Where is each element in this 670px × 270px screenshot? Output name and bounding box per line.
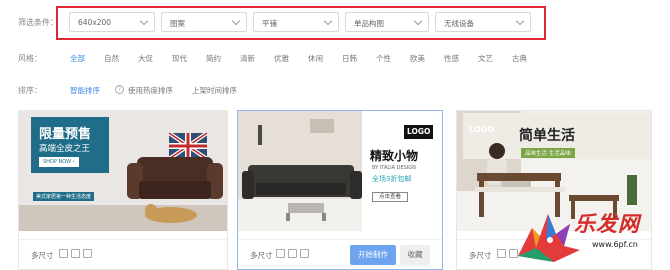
size-select[interactable]: 640x200 [69, 12, 155, 32]
banner-title: 简单生活 [519, 128, 575, 144]
device-select-value: 无线设备 [444, 19, 474, 28]
watermark-url: www.6pf.cn [592, 240, 638, 249]
style-item-classic[interactable]: 古典 [512, 53, 527, 64]
sort-newest[interactable]: 上架时间排序 [192, 85, 237, 96]
start-making-button[interactable]: 开始制作 [350, 245, 396, 265]
watermark-text: 乐发网 [574, 211, 640, 236]
style-item-simple[interactable]: 简约 [206, 53, 221, 64]
chevron-down-icon [413, 16, 423, 26]
sort-popularity[interactable]: 使用热度排序 [128, 85, 173, 96]
style-item-elegant[interactable]: 优雅 [274, 53, 289, 64]
style-item-sexy[interactable]: 性感 [444, 53, 459, 64]
pattern-select[interactable]: 图案 [161, 12, 247, 32]
sort-smart[interactable]: 智能排序 [70, 85, 100, 96]
chevron-down-icon [515, 16, 525, 26]
banner-logo: LOGO [469, 125, 494, 134]
shop-now-button: SHOP NOW › [39, 157, 79, 167]
style-label: 风格： [18, 54, 42, 63]
card-footer: 多尺寸 开始制作 收藏 [238, 239, 442, 269]
mobile-format-icon[interactable] [300, 249, 309, 258]
style-item-promo[interactable]: 大促 [138, 53, 153, 64]
multi-size-label: 多尺寸 [31, 251, 54, 260]
desktop-format-icon[interactable] [288, 249, 297, 258]
chevron-down-icon [323, 16, 333, 26]
image-format-icon[interactable] [59, 249, 68, 258]
style-item-unique[interactable]: 个性 [376, 53, 391, 64]
image-format-icon[interactable] [497, 249, 506, 258]
multi-size-label: 多尺寸 [250, 251, 273, 260]
desktop-format-icon[interactable] [71, 249, 80, 258]
template-card[interactable]: 限量预售 高端全皮之王 SHOP NOW › 美式家居第一种生活态度 多尺寸 [18, 110, 228, 270]
template-card-selected[interactable]: LOGO 精致小物 BY ITALIA DESIGN 全场3折包邮 点击查看 多… [237, 110, 443, 270]
style-item-modern[interactable]: 现代 [172, 53, 187, 64]
style-item-fresh[interactable]: 清新 [240, 53, 255, 64]
banner-tagline: 品味生活 生活品味 [521, 148, 575, 158]
style-item-japan-korea[interactable]: 日韩 [342, 53, 357, 64]
banner-logo: LOGO [404, 125, 434, 139]
banner-title: 限量预售 [39, 127, 92, 142]
mobile-format-icon[interactable] [83, 249, 92, 258]
style-item-all[interactable]: 全部 [70, 53, 85, 64]
template-thumbnail[interactable]: LOGO 精致小物 BY ITALIA DESIGN 全场3折包邮 点击查看 [238, 111, 442, 231]
sort-label: 排序： [18, 86, 42, 95]
view-button: 点击查看 [372, 192, 409, 202]
multi-size-label: 多尺寸 [469, 251, 492, 260]
pattern-select-value: 图案 [170, 19, 185, 28]
image-format-icon[interactable] [276, 249, 285, 258]
chevron-down-icon [231, 16, 241, 26]
card-footer: 多尺寸 [19, 239, 227, 269]
style-item-casual[interactable]: 休闲 [308, 53, 323, 64]
favorite-button[interactable]: 收藏 [400, 245, 430, 265]
style-item-western[interactable]: 欧美 [410, 53, 425, 64]
style-item-artsy[interactable]: 文艺 [478, 53, 493, 64]
banner-promo: 全场3折包邮 [372, 175, 412, 183]
banner-tag: 美式家居第一种生活态度 [33, 192, 95, 201]
site-watermark: 乐发网 www.6pf.cn [512, 204, 670, 270]
template-thumbnail[interactable]: 限量预售 高端全皮之王 SHOP NOW › 美式家居第一种生活态度 [19, 111, 227, 231]
layout-select-value: 平铺 [262, 19, 277, 28]
banner-brand: BY ITALIA DESIGN [372, 165, 416, 171]
chevron-down-icon [139, 16, 149, 26]
device-select[interactable]: 无线设备 [435, 12, 531, 32]
banner-title: 精致小物 [370, 149, 419, 163]
size-select-value: 640x200 [78, 18, 112, 27]
layout-select[interactable]: 平铺 [253, 12, 339, 32]
banner-subtitle: 高端全皮之王 [39, 144, 91, 154]
filter-bar: 筛选条件： 640x200 图案 平铺 单品构图 无线设备 [0, 0, 670, 44]
help-icon[interactable]: ? [115, 85, 124, 94]
composition-select[interactable]: 单品构图 [345, 12, 429, 32]
filter-label: 筛选条件： [18, 18, 58, 27]
composition-select-value: 单品构图 [354, 19, 384, 28]
style-item-natural[interactable]: 自然 [104, 53, 119, 64]
